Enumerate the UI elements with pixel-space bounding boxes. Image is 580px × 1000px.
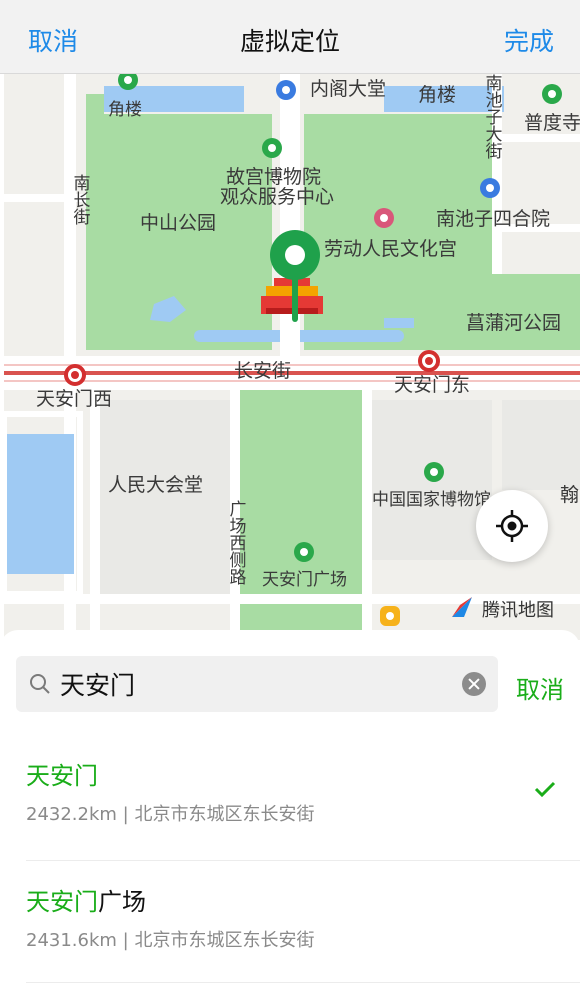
search-cancel-button[interactable]: 取消 <box>516 670 564 705</box>
map-label-changpuhe-park: 菖蒲河公园 <box>466 312 562 334</box>
divider <box>26 982 580 983</box>
result-item[interactable]: 天安门广场 2431.6km | 北京市东城区东长安街 <box>0 848 580 972</box>
map-label-tiananmen-east: 天安门东 <box>394 374 471 396</box>
landmark-poi-icon[interactable] <box>480 178 500 198</box>
shop-poi-icon[interactable] <box>380 606 400 626</box>
map-label-nanchangjie: 南长街 <box>73 174 91 228</box>
search-bar[interactable] <box>16 656 498 712</box>
search-input[interactable] <box>60 666 440 702</box>
map-label-pudusi: 普度寺 <box>524 112 580 134</box>
result-detail: 2432.2km | 北京市东城区东长安街 <box>26 804 315 825</box>
location-pin-icon <box>270 230 320 322</box>
locate-button[interactable] <box>476 490 548 562</box>
brand-name: 腾讯地图 <box>482 600 554 621</box>
map-label-neige: 内阁大堂 <box>310 78 387 100</box>
pin-stem <box>292 276 298 322</box>
clear-icon[interactable] <box>462 672 486 696</box>
map-label-nanchizi-siheyuan: 南池子四合院 <box>436 208 551 230</box>
search-sheet: 取消 天安门 2432.2km | 北京市东城区东长安街 天安门广场 2431.… <box>0 630 580 1000</box>
map-label-jiaolou: 角楼 <box>418 84 457 106</box>
result-name-highlight: 天安门 <box>26 888 98 916</box>
landmark-poi-icon[interactable] <box>276 80 296 100</box>
map-label-tiananmen-west: 天安门西 <box>36 388 113 410</box>
map-label-nanchizi-street: 南池子大街 <box>485 74 503 162</box>
map-label-national-museum: 中国国家博物馆 <box>372 490 491 510</box>
result-name-highlight: 天安门 <box>26 762 98 790</box>
done-button[interactable]: 完成 <box>504 22 554 58</box>
result-item[interactable]: 天安门 2432.2km | 北京市东城区东长安街 <box>0 722 580 846</box>
museum-poi-icon[interactable] <box>424 462 444 482</box>
museum-poi-icon[interactable] <box>374 208 394 228</box>
scenic-poi-icon[interactable] <box>262 138 282 158</box>
pin-head <box>270 230 320 280</box>
result-name-rest: 广场 <box>98 888 146 916</box>
scenic-poi-icon[interactable] <box>294 542 314 562</box>
crosshair-icon <box>496 510 528 542</box>
map-label-changanjie: 长安街 <box>234 360 292 382</box>
tencent-map-logo-icon <box>452 597 472 617</box>
map-label-tiananmen-square: 天安门广场 <box>262 570 347 590</box>
result-name: 天安门 <box>26 756 98 791</box>
metro-station-icon[interactable] <box>418 350 440 372</box>
map-label-great-hall: 人民大会堂 <box>108 474 204 496</box>
metro-station-icon[interactable] <box>64 364 86 386</box>
map-label-gugong-service-2: 观众服务中心 <box>220 186 335 208</box>
result-detail: 2431.6km | 北京市东城区东长安街 <box>26 930 315 951</box>
result-name: 天安门广场 <box>26 882 146 917</box>
nav-bar: 取消 虚拟定位 完成 <box>0 0 580 74</box>
map-label-guangchang-xice: 广场西侧路 <box>229 500 247 588</box>
checkmark-icon <box>534 781 556 798</box>
page-title: 虚拟定位 <box>239 27 340 56</box>
map-label-zhongshan-park: 中山公园 <box>140 212 217 234</box>
scenic-poi-icon[interactable] <box>542 84 562 104</box>
map-label-gugong-service-1: 故宫博物院 <box>226 166 322 188</box>
map-label-laodong-palace: 劳动人民文化宫 <box>324 238 458 260</box>
map-label-jiaolou: 角楼 <box>108 100 142 120</box>
search-icon <box>30 674 50 694</box>
map-view[interactable]: 角楼 内阁大堂 角楼 南池子大街 普度寺 故宫博物院 观众服务中心 南长街 中山… <box>4 74 580 640</box>
map-label-han: 翰 <box>560 484 580 506</box>
